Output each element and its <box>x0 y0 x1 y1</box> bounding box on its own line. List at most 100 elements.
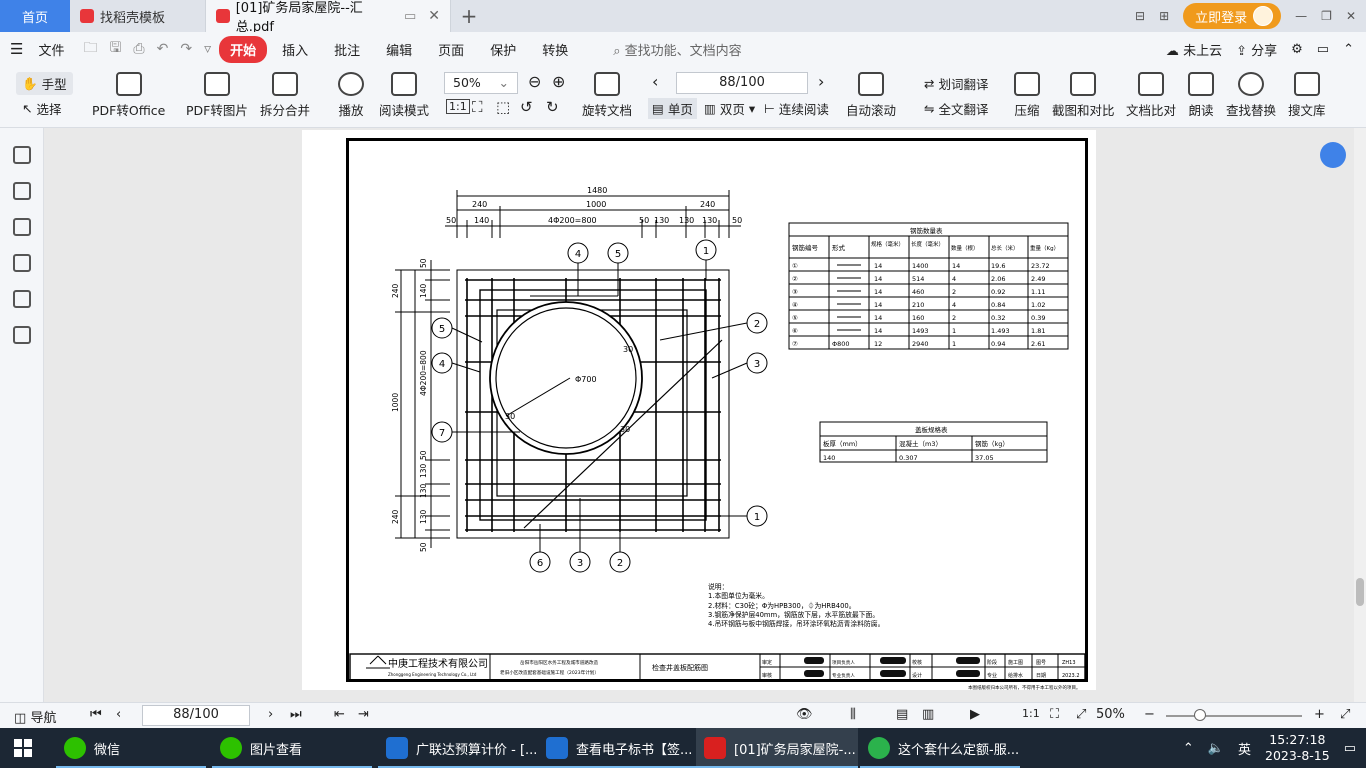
eye-protect-icon[interactable]: 👁 <box>796 707 813 722</box>
rebar-cell: 1.81 <box>1031 327 1045 335</box>
cover-header-0: 板厚（mm） <box>823 439 862 448</box>
rebar-cell: ③ <box>792 288 798 296</box>
forward-icon[interactable]: ⇥ <box>358 707 369 722</box>
fullscreen-icon[interactable]: ⤢ <box>1076 707 1086 722</box>
task-browser[interactable]: 这个套什么定额-服... <box>860 728 1020 768</box>
rebar-cell: 1 <box>952 327 956 335</box>
rebar-table-title: 钢筋数量表 <box>910 226 943 235</box>
rebar-cell: 0.84 <box>991 301 1005 309</box>
task-wps-label: [01]矿务局家屋院-... <box>734 742 856 758</box>
expand-icon[interactable]: ⤢ <box>1340 707 1350 722</box>
tb-stage-value: 施工图 <box>1008 659 1023 666</box>
callout-7-left: 7 <box>439 428 445 439</box>
nav-button[interactable]: ◫ 导航 <box>14 707 56 726</box>
single-view-icon[interactable]: ▤ <box>896 707 908 722</box>
zoom-plus-icon[interactable]: + <box>1314 707 1325 722</box>
notification-icon[interactable]: ▭ <box>1344 741 1356 756</box>
rebar-table-rows: ① 14 1400 14 19.6 23.72② 14 514 4 2.06 2.49③ 14 460 2… <box>792 262 1050 348</box>
rebar-cell: ④ <box>792 301 798 309</box>
prev-icon[interactable]: ‹ <box>116 707 121 722</box>
tb-label-spec: 专业 <box>987 672 997 679</box>
scroll-thumb[interactable] <box>1356 578 1364 606</box>
rebar-cell: ① <box>792 262 798 270</box>
image-viewer-icon <box>220 737 242 759</box>
dim-130a: 130 <box>654 216 669 225</box>
cover-table-title: 盖板规格表 <box>915 425 948 434</box>
status-bar: ◫ 导航 ⏮ ‹ 88/100 › ⏭ ⇤ ⇥ 👁 ⫼ ▤ ▥ ▶ 1:1 ⛶ … <box>0 702 1366 728</box>
rebar-cell: 0.92 <box>991 288 1005 296</box>
rebar-cell: 2 <box>952 314 956 322</box>
cover-cell-0: 140 <box>823 454 835 462</box>
rebar-cell: 0.32 <box>991 314 1005 322</box>
clock[interactable]: 15:27:18 2023-8-15 <box>1265 732 1330 764</box>
actual-size-status-icon[interactable]: 1:1 <box>1022 707 1040 720</box>
windows-start-icon[interactable] <box>14 739 32 757</box>
clock-time: 15:27:18 <box>1269 732 1326 747</box>
zoom-slider[interactable] <box>1166 715 1302 717</box>
status-zoom[interactable]: 50% <box>1096 707 1125 722</box>
callout-4-left: 4 <box>439 359 445 370</box>
tb-num-value: ZH13 <box>1062 660 1076 666</box>
drawing-name: 检查井盖板配筋图 <box>652 663 708 672</box>
clock-date: 2023-8-15 <box>1265 748 1330 763</box>
double-view-icon[interactable]: ▥ <box>922 707 934 722</box>
rebar-cell: 1 <box>952 340 956 348</box>
task-glodon-label: 广联达预算计价 - [... <box>416 742 538 758</box>
glodon-icon <box>386 737 408 759</box>
engineering-drawing: 1480 240 1000 240 50 140 4Φ200=800 50 13… <box>349 186 1086 691</box>
dim-130c: 130 <box>702 216 717 225</box>
input-language[interactable]: 英 <box>1238 739 1251 758</box>
task-wps-pdf[interactable]: [01]矿务局家屋院-... <box>696 728 858 768</box>
status-page-input[interactable]: 88/100 <box>142 705 250 726</box>
first-page-icon[interactable]: ⏮ <box>90 707 102 722</box>
callout-1-top: 1 <box>703 246 709 257</box>
zoom-minus-icon[interactable]: − <box>1144 707 1155 722</box>
fit-status-icon[interactable]: ⛶ <box>1050 707 1059 722</box>
tb-label-lead: 专业负责人 <box>832 672 855 679</box>
rebar-cell: 2.49 <box>1031 275 1045 283</box>
task-tender[interactable]: 查看电子标书【签... <box>538 728 696 768</box>
callout-2-right: 2 <box>754 319 760 330</box>
rebar-header-0: 钢筋编号 <box>792 243 819 252</box>
rebar-cell: 14 <box>874 301 882 309</box>
tray-chevron-icon[interactable]: ⌃ <box>1183 741 1194 756</box>
cover-cell-1: 0.307 <box>899 454 918 462</box>
dim-spacing-top: 4Φ200=800 <box>548 216 597 225</box>
rebar-cell: 23.72 <box>1031 262 1050 270</box>
vertical-scrollbar[interactable] <box>1354 128 1366 702</box>
dim-50c: 50 <box>732 216 742 225</box>
callout-2-bottom: 2 <box>617 558 623 569</box>
dim-1480: 1480 <box>587 186 607 195</box>
last-page-icon[interactable]: ⏭ <box>290 707 302 722</box>
dim-130b: 130 <box>679 216 694 225</box>
rebar-cell: 2 <box>952 288 956 296</box>
diag-label-1: 30 <box>623 345 633 354</box>
task-wechat[interactable]: 微信 <box>56 728 206 768</box>
cover-cell-2: 37.05 <box>975 454 994 462</box>
play-mode-icon[interactable]: ▶ <box>970 707 980 722</box>
rebar-cell: 12 <box>874 340 882 348</box>
dim-left-50a: 50 <box>419 258 428 268</box>
wps-icon <box>704 737 726 759</box>
rebar-header-2: 规格（毫米） <box>871 240 904 248</box>
dim-50b: 50 <box>639 216 649 225</box>
dim-left-spacing: 4Φ200=800 <box>419 350 428 396</box>
callout-3-right: 3 <box>754 359 760 370</box>
task-image-viewer[interactable]: 图片查看 <box>212 728 372 768</box>
tb-label-pm: 项目负责人 <box>832 659 855 666</box>
volume-icon[interactable]: 🔈 <box>1208 741 1224 756</box>
rebar-cell: 460 <box>912 288 924 296</box>
back-icon[interactable]: ⇤ <box>334 707 345 722</box>
rebar-cell: 14 <box>952 262 960 270</box>
windows-taskbar: 微信 图片查看 广联达预算计价 - [... 查看电子标书【签... [01]矿… <box>0 728 1366 768</box>
circle-diameter-label: Φ700 <box>575 375 597 384</box>
wechat-icon <box>64 737 86 759</box>
translate-float-icon[interactable] <box>1320 142 1346 168</box>
next-icon[interactable]: › <box>268 707 273 722</box>
project-line-2: 老旧小区改造配套基础设施工程（2023年计划） <box>500 669 599 676</box>
diag-label-2: 30 <box>505 412 515 421</box>
zoom-slider-thumb[interactable] <box>1194 709 1206 721</box>
callout-5-left: 5 <box>439 324 445 335</box>
task-glodon[interactable]: 广联达预算计价 - [... <box>378 728 538 768</box>
split-view-icon[interactable]: ⫼ <box>850 707 856 722</box>
